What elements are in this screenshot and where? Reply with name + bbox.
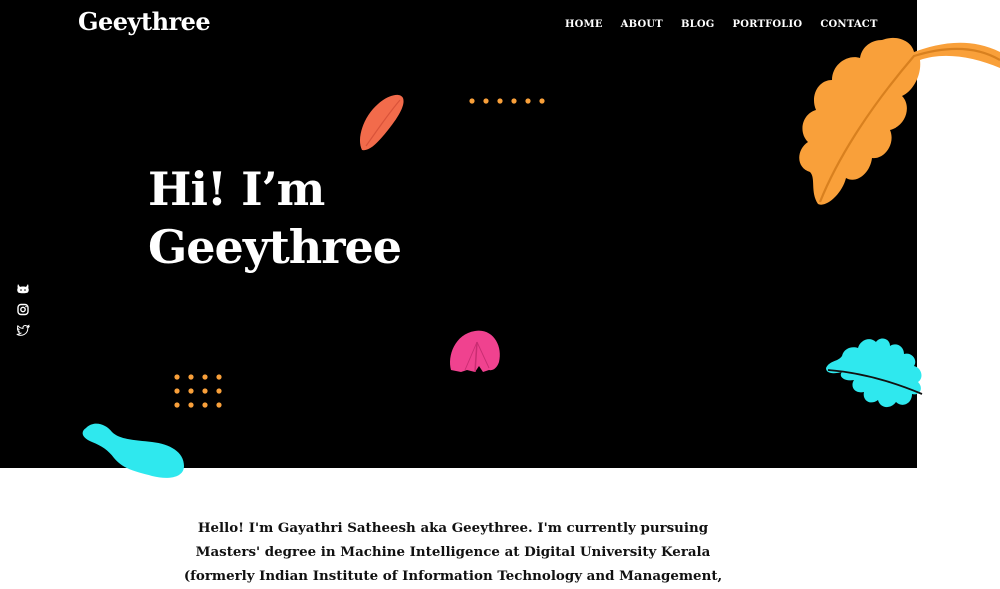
hero-headline: Hi! I’m Geeythree bbox=[148, 160, 402, 276]
nav-contact[interactable]: CONTACT bbox=[820, 19, 877, 30]
dots-grid-decoration bbox=[174, 374, 222, 408]
nav-home[interactable]: HOME bbox=[565, 19, 603, 30]
github-icon[interactable] bbox=[16, 282, 30, 295]
coral-leaf-decoration bbox=[359, 94, 404, 151]
hero-headline-line1: Hi! I’m bbox=[148, 162, 325, 216]
nav-blog[interactable]: BLOG bbox=[681, 19, 715, 30]
site-logo[interactable]: Geeythree bbox=[78, 7, 211, 36]
dots-row-decoration bbox=[469, 98, 545, 104]
twitter-icon[interactable] bbox=[16, 324, 30, 337]
instagram-icon[interactable] bbox=[16, 303, 30, 316]
cyan-blob-decoration bbox=[82, 423, 184, 478]
pink-leaf-decoration bbox=[450, 330, 500, 373]
orange-leaf-decoration bbox=[799, 37, 1000, 205]
about-paragraph: Hello! I'm Gayathri Satheesh aka Geeythr… bbox=[183, 520, 723, 584]
social-links bbox=[16, 282, 30, 337]
hero-section bbox=[0, 0, 917, 468]
nav-about[interactable]: ABOUT bbox=[621, 19, 663, 30]
hero-headline-line2: Geeythree bbox=[148, 220, 402, 274]
nav-portfolio[interactable]: PORTFOLIO bbox=[732, 19, 802, 30]
cyan-leaf-decoration bbox=[826, 338, 923, 408]
page: Geeythree HOME ABOUT BLOG PORTFOLIO CONT… bbox=[0, 0, 1000, 589]
main-nav: HOME ABOUT BLOG PORTFOLIO CONTACT bbox=[565, 19, 896, 30]
